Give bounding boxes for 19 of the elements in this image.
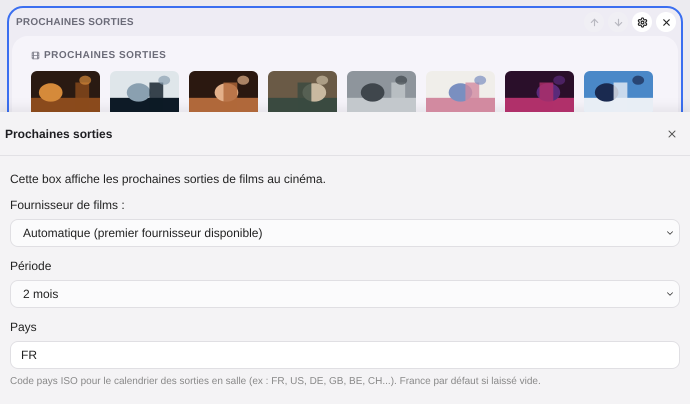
field-label: Pays [10, 319, 38, 336]
dialog-description: Cette box affiche les prochaines sorties de films au cinéma. [10, 171, 327, 188]
arrow-down-icon [612, 16, 624, 28]
field-label: Période [10, 258, 52, 275]
close-icon [666, 128, 678, 140]
help-text: Code pays ISO pour le calendrier des sorties en salle (ex : FR, US, DE, GB, BE, CH...). France par défaut si laissé vide. [10, 375, 542, 389]
select-field[interactable]: Automatique (premier fournisseur disponible) [10, 219, 680, 247]
arrow-up-icon [588, 16, 600, 28]
widget-title: PROCHAINES SORTIES [16, 16, 134, 30]
settings-button[interactable] [632, 12, 652, 32]
select-field[interactable]: 2 mois [10, 280, 680, 308]
close-button[interactable] [656, 12, 676, 32]
input-field[interactable]: FR [10, 341, 680, 369]
card-title: PROCHAINES SORTIES [44, 49, 166, 63]
dialog-title: Prochaines sorties [5, 126, 112, 142]
close-icon [660, 16, 672, 28]
settings-icon [636, 16, 648, 28]
film-icon [31, 51, 40, 60]
field-label: Fournisseur de films : [10, 197, 126, 214]
